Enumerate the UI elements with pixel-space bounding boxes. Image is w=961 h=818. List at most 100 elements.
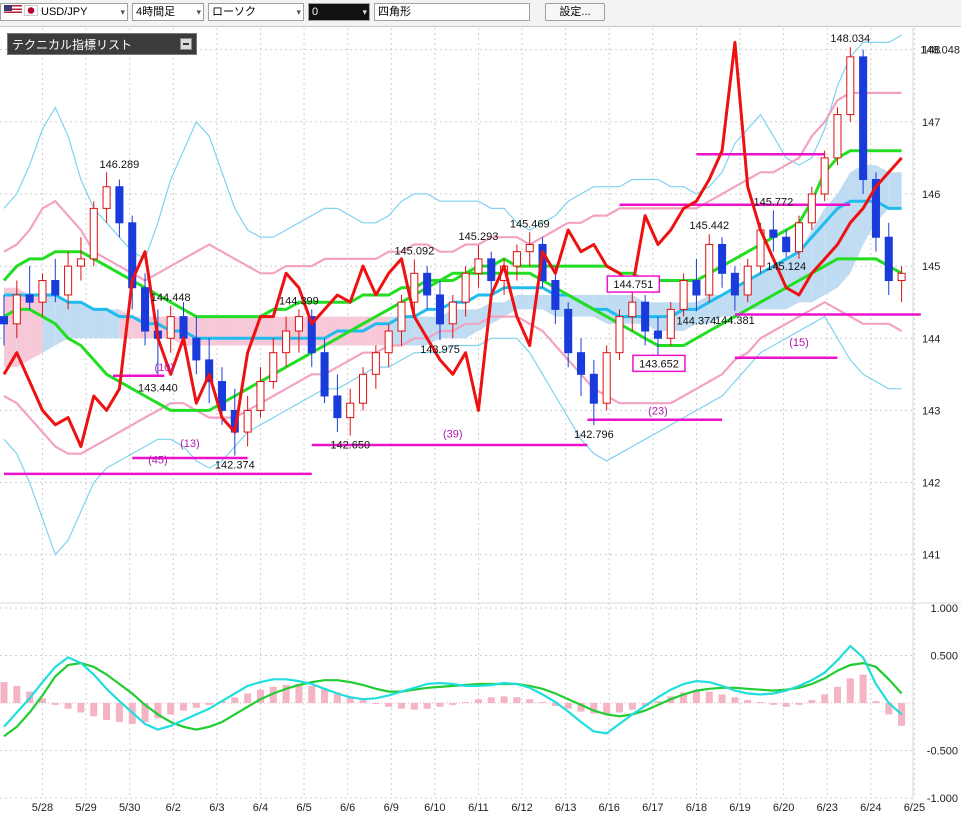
candle-body bbox=[564, 308, 573, 354]
candle-body bbox=[884, 236, 893, 282]
osc-histogram-bar bbox=[385, 703, 393, 707]
osc-histogram-bar bbox=[308, 685, 316, 703]
osc-histogram-bar bbox=[462, 702, 470, 703]
indicator-list-title: テクニカル指標リスト bbox=[12, 38, 133, 52]
candle-body bbox=[410, 272, 419, 303]
candle-body bbox=[576, 352, 586, 375]
x-tick-label: 6/10 bbox=[424, 802, 445, 814]
price-annotation: 143.652 bbox=[639, 358, 679, 370]
x-tick-label: 5/28 bbox=[32, 802, 53, 814]
candle-body bbox=[346, 402, 355, 419]
candle-body bbox=[179, 316, 188, 339]
osc-histogram-bar bbox=[821, 694, 829, 703]
x-tick-label: 6/9 bbox=[384, 802, 399, 814]
candle-body bbox=[718, 243, 727, 274]
candle-body bbox=[192, 337, 201, 361]
osc-y-tick-label: -0.500 bbox=[927, 746, 958, 758]
osc-histogram-bar bbox=[808, 700, 816, 703]
x-tick-label: 6/5 bbox=[296, 802, 311, 814]
price-annotation: 145.772 bbox=[753, 196, 793, 208]
candle-body bbox=[359, 373, 368, 404]
osc-histogram-bar bbox=[539, 702, 547, 703]
x-tick-label: 6/2 bbox=[166, 802, 181, 814]
candle-body bbox=[474, 258, 483, 274]
price-annotation: 146.289 bbox=[100, 159, 140, 171]
osc-histogram-bar bbox=[692, 690, 700, 703]
candle-body bbox=[282, 330, 291, 354]
x-tick-label: 6/17 bbox=[642, 802, 663, 814]
cloud-segment bbox=[888, 172, 902, 209]
osc-y-tick-label: 0.500 bbox=[930, 651, 958, 663]
cloud-segment bbox=[222, 316, 235, 346]
osc-histogram-bar bbox=[359, 700, 367, 703]
x-tick-label: 6/11 bbox=[468, 802, 489, 814]
osc-histogram-bar bbox=[321, 688, 329, 703]
osc-histogram-bar bbox=[179, 703, 188, 711]
bar-count-label: (13) bbox=[180, 438, 200, 450]
osc-y-tick-label: -1.000 bbox=[927, 793, 958, 805]
candle-body bbox=[730, 272, 739, 296]
osc-histogram-bar bbox=[628, 703, 636, 710]
osc-histogram-bar bbox=[423, 703, 431, 709]
osc-histogram-bar bbox=[449, 703, 457, 705]
candle-body bbox=[12, 294, 21, 325]
candle-body bbox=[666, 308, 675, 339]
candle-body bbox=[615, 316, 624, 354]
x-tick-label: 6/23 bbox=[817, 802, 838, 814]
cloud-segment bbox=[260, 316, 274, 346]
bar-count-label: (10) bbox=[155, 362, 175, 374]
x-tick-label: 6/20 bbox=[773, 802, 794, 814]
price-annotation: 145.442 bbox=[689, 220, 729, 232]
osc-histogram-bar bbox=[705, 691, 713, 703]
indicator-list-panel[interactable]: テクニカル指標リスト bbox=[7, 33, 197, 55]
x-tick-label: 6/16 bbox=[599, 802, 620, 814]
candle-body bbox=[0, 316, 9, 325]
cloud-segment bbox=[29, 295, 43, 360]
osc-histogram-bar bbox=[769, 703, 777, 705]
candle-body bbox=[25, 294, 34, 303]
candle-body bbox=[461, 272, 470, 303]
candle-body bbox=[371, 352, 380, 375]
price-annotation: 144.751 bbox=[613, 279, 653, 291]
osc-histogram-bar bbox=[231, 697, 239, 703]
candle-body bbox=[423, 272, 432, 296]
candle-body bbox=[294, 316, 303, 332]
candle-body bbox=[64, 265, 73, 296]
collapse-icon[interactable] bbox=[180, 38, 192, 50]
bar-count-label: (39) bbox=[443, 428, 463, 440]
osc-histogram-bar bbox=[436, 703, 444, 707]
candle-body bbox=[859, 56, 868, 181]
candle-body bbox=[679, 280, 688, 310]
candle-body bbox=[743, 265, 752, 296]
osc-histogram-bar bbox=[872, 701, 880, 703]
price-annotation: 142.796 bbox=[574, 429, 614, 441]
y-tick-label: 144 bbox=[922, 333, 940, 345]
x-tick-label: 6/4 bbox=[253, 802, 268, 814]
x-tick-label: 6/25 bbox=[904, 802, 925, 814]
osc-histogram-bar bbox=[77, 703, 85, 713]
osc-histogram-bar bbox=[526, 699, 534, 703]
candle-body bbox=[628, 301, 637, 318]
osc-histogram-bar bbox=[757, 702, 765, 703]
price-annotation: 142.374 bbox=[215, 460, 255, 472]
candle-body bbox=[333, 395, 342, 419]
candle-body bbox=[512, 251, 521, 267]
price-annotation: 142.650 bbox=[330, 440, 370, 452]
y-tick-label: 147 bbox=[922, 117, 940, 129]
bb-upper-inner-line bbox=[3, 91, 902, 282]
price-annotation: 145.092 bbox=[394, 245, 434, 257]
candle-body bbox=[641, 301, 650, 332]
candle-body bbox=[269, 352, 278, 383]
price-annotation: 144.399 bbox=[279, 295, 319, 307]
osc-histogram-bar bbox=[192, 703, 200, 708]
osc-histogram-bar bbox=[744, 700, 752, 703]
price-annotation: 145.293 bbox=[459, 231, 499, 243]
cloud-segment bbox=[234, 316, 248, 346]
osc-histogram-bar bbox=[718, 694, 726, 703]
price-chart[interactable]: 5/28 5/29 5/30 6/2 6/3 6/4 6/5 6/6 6/9 6/10 6/11 6/… bbox=[0, 0, 961, 818]
osc-histogram-bar bbox=[64, 703, 72, 709]
price-annotation: 144.381 bbox=[715, 315, 755, 327]
x-tick-label: 6/18 bbox=[686, 802, 707, 814]
y-tick-label: 146 bbox=[922, 189, 940, 201]
candle-body bbox=[602, 352, 611, 404]
